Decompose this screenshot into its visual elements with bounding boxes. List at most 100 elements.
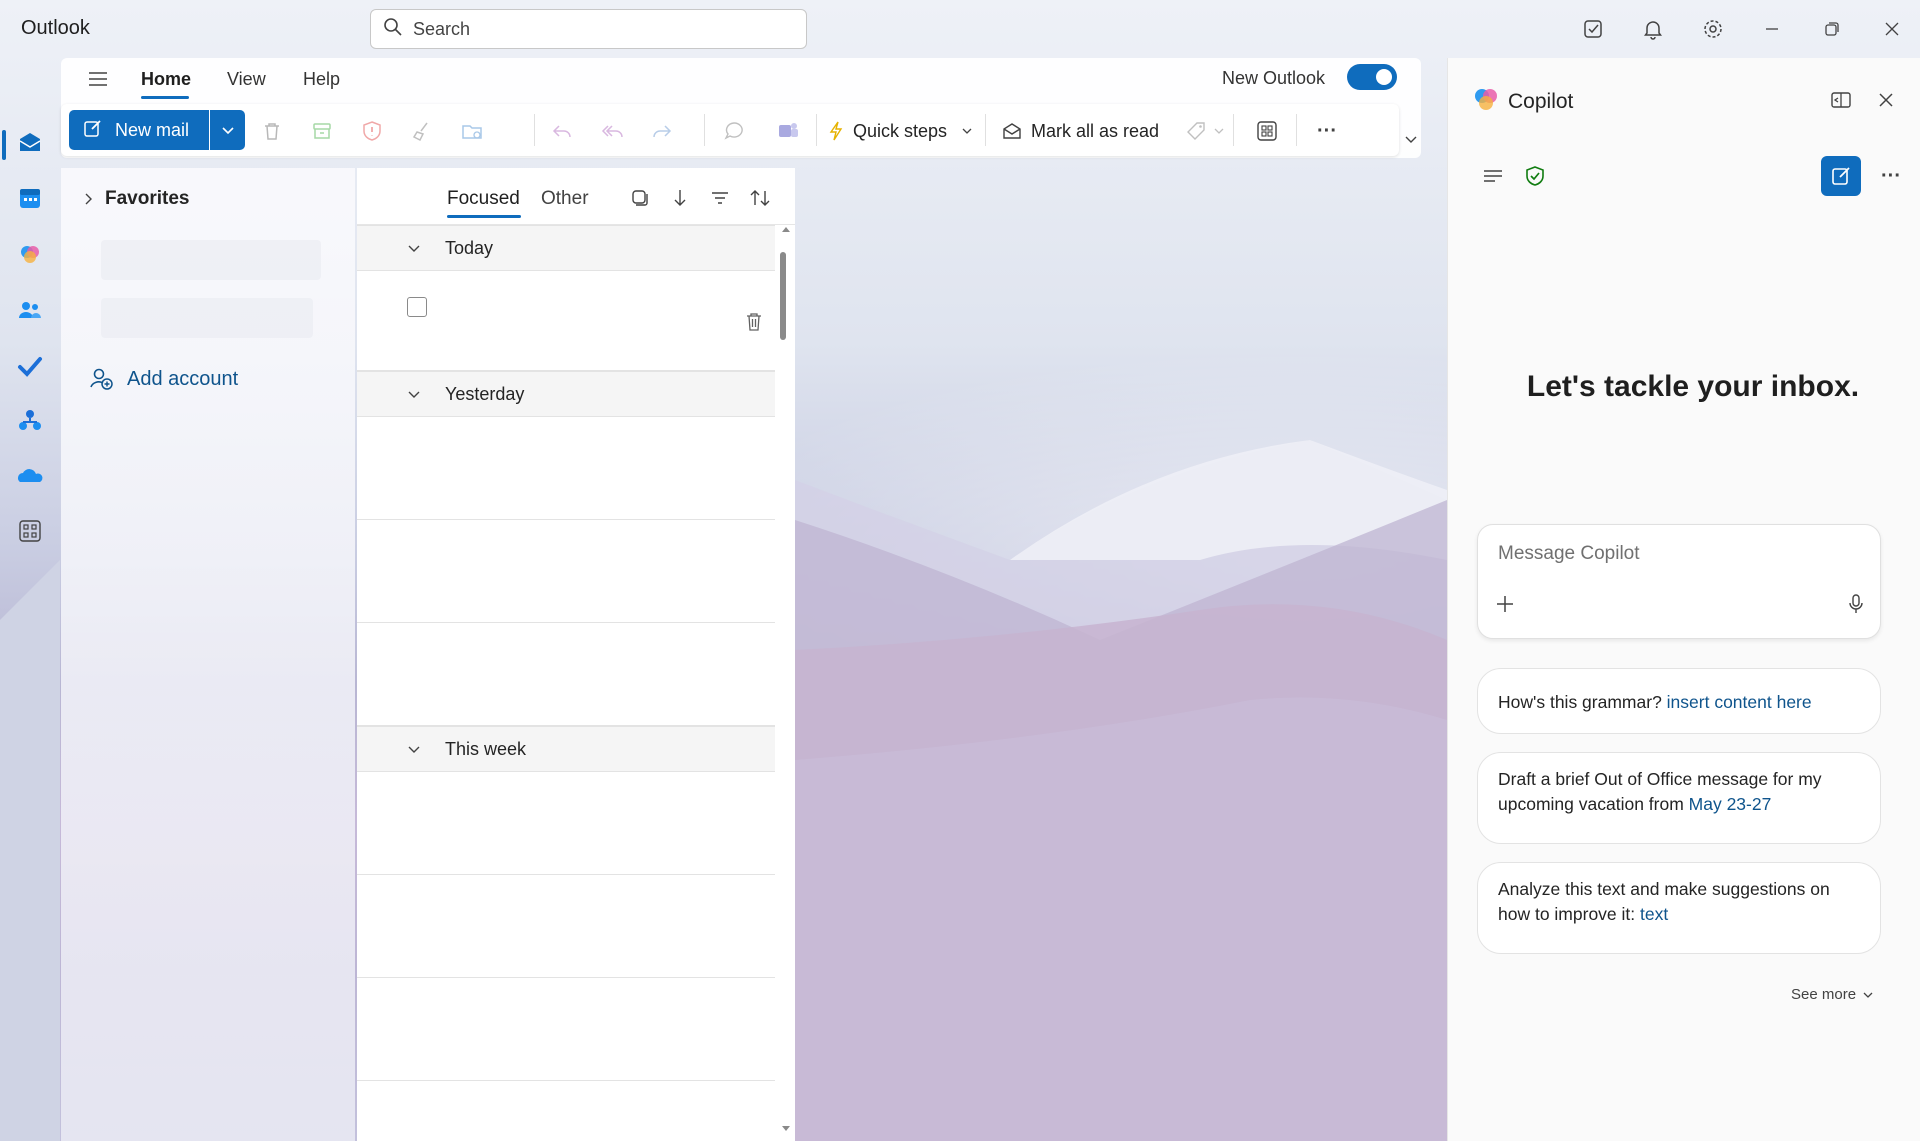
chat-icon[interactable] [723,116,745,146]
message-placeholder[interactable]: Message Copilot [1498,543,1640,565]
jump-to-icon[interactable] [667,185,693,211]
see-more-label: See more [1791,986,1857,1003]
add-account-button[interactable]: Add account [89,366,238,392]
tab-view[interactable]: View [227,69,266,90]
list-item[interactable] [357,1081,775,1141]
favorites-header[interactable]: Favorites [81,188,189,210]
microphone-icon[interactable] [1846,593,1866,620]
teams-icon[interactable] [776,116,800,146]
new-mail-dropdown[interactable] [210,110,245,150]
folder-skeleton [101,298,313,338]
forward-icon[interactable] [651,116,673,146]
more-apps-icon[interactable] [12,513,48,549]
mark-all-read-button[interactable]: Mark all as read [1001,116,1159,146]
folder-skeleton [101,240,321,280]
group-header-today[interactable]: Today [357,225,775,271]
new-mail-button[interactable]: New mail [69,110,209,150]
more-options-button[interactable]: ··· [1317,116,1337,146]
scrollbar[interactable] [777,225,795,1141]
chat-history-icon[interactable] [1478,161,1508,191]
delete-icon[interactable] [261,116,283,146]
tab-help[interactable]: Help [303,69,340,90]
close-icon[interactable] [1877,14,1907,44]
list-item[interactable] [357,623,775,726]
suggestion-card[interactable]: Draft a brief Out of Office message for … [1477,752,1881,844]
copilot-message-input[interactable]: Message Copilot [1477,524,1881,639]
scrollbar-thumb[interactable] [780,252,786,340]
mail-icon[interactable] [12,125,48,161]
list-item[interactable] [357,772,775,875]
title-bar: Outlook Search [0,0,1920,58]
command-bar: New mail Quick steps Mark all as read ··… [61,104,1399,156]
report-icon[interactable] [361,116,383,146]
mark-all-read-label: Mark all as read [1031,120,1160,141]
suggestion-link: insert content here [1666,692,1812,712]
list-item[interactable] [357,271,775,371]
archive-icon[interactable] [311,116,333,146]
copilot-logo-icon [1472,85,1500,118]
todo-icon[interactable] [1578,14,1608,44]
search-input[interactable]: Search [413,19,470,40]
list-item[interactable] [357,520,775,623]
delete-icon[interactable] [744,311,764,338]
list-item[interactable] [357,417,775,520]
scroll-up-icon [782,227,790,232]
bell-icon[interactable] [1638,14,1668,44]
quick-steps-button[interactable]: Quick steps [827,116,973,146]
tab-home[interactable]: Home [141,69,191,90]
group-header-yesterday[interactable]: Yesterday [357,371,775,417]
minimize-icon[interactable] [1757,14,1787,44]
suggestion-card[interactable]: Analyze this text and make suggestions o… [1477,862,1881,954]
list-item[interactable] [357,978,775,1081]
sort-icon[interactable] [747,185,773,211]
org-icon[interactable] [12,403,48,439]
group-label: This week [445,738,527,759]
dock-pane-icon[interactable] [1826,85,1856,115]
reply-all-icon[interactable] [601,116,625,146]
group-label: Yesterday [445,383,525,404]
search-box[interactable]: Search [370,9,807,49]
select-checkbox[interactable] [407,297,427,317]
search-icon [383,17,403,42]
filter-icon[interactable] [707,185,733,211]
list-item[interactable] [357,875,775,978]
copilot-pane: Copilot ··· Let's tackle your inbox. Mes… [1447,58,1920,1141]
expand-ribbon-icon[interactable] [1404,132,1418,151]
restore-icon[interactable] [1817,14,1847,44]
suggestion-link: May 23-27 [1688,794,1772,814]
tab-other[interactable]: Other [541,188,589,210]
copilot-title: Copilot [1508,90,1574,113]
gear-icon[interactable] [1698,14,1728,44]
suggestion-card[interactable]: How's this grammar? insert content here [1477,668,1881,734]
reply-icon[interactable] [551,116,573,146]
add-attachment-icon[interactable] [1494,593,1516,620]
favorites-label: Favorites [105,188,190,209]
todo-check-icon[interactable] [12,348,48,384]
group-header-this-week[interactable]: This week [357,726,775,772]
move-to-icon[interactable] [461,116,485,146]
copilot-icon[interactable] [12,236,48,272]
people-icon[interactable] [12,292,48,328]
separator [816,114,817,146]
select-mode-icon[interactable] [627,185,653,211]
shield-check-icon[interactable] [1520,161,1550,191]
more-options-icon[interactable]: ··· [1876,161,1906,191]
rail-active-indicator [2,130,6,160]
hamburger-menu-icon[interactable] [87,68,109,95]
tag-icon[interactable] [1185,116,1225,146]
tab-home-underline [141,96,189,99]
apps-icon[interactable] [1256,116,1278,146]
see-more-button[interactable]: See more [1791,986,1874,1003]
close-icon[interactable] [1871,85,1901,115]
calendar-icon[interactable] [12,180,48,216]
onedrive-icon[interactable] [12,458,48,494]
app-rail [0,58,60,1141]
sweep-icon[interactable] [411,116,433,146]
new-chat-button[interactable] [1821,156,1861,196]
separator [985,114,986,146]
suggestion-text: Draft a brief Out of Office message for … [1498,769,1822,814]
lightning-icon [829,121,843,141]
new-outlook-toggle[interactable] [1347,64,1397,90]
separator [1233,114,1234,146]
tab-focused[interactable]: Focused [447,188,520,210]
